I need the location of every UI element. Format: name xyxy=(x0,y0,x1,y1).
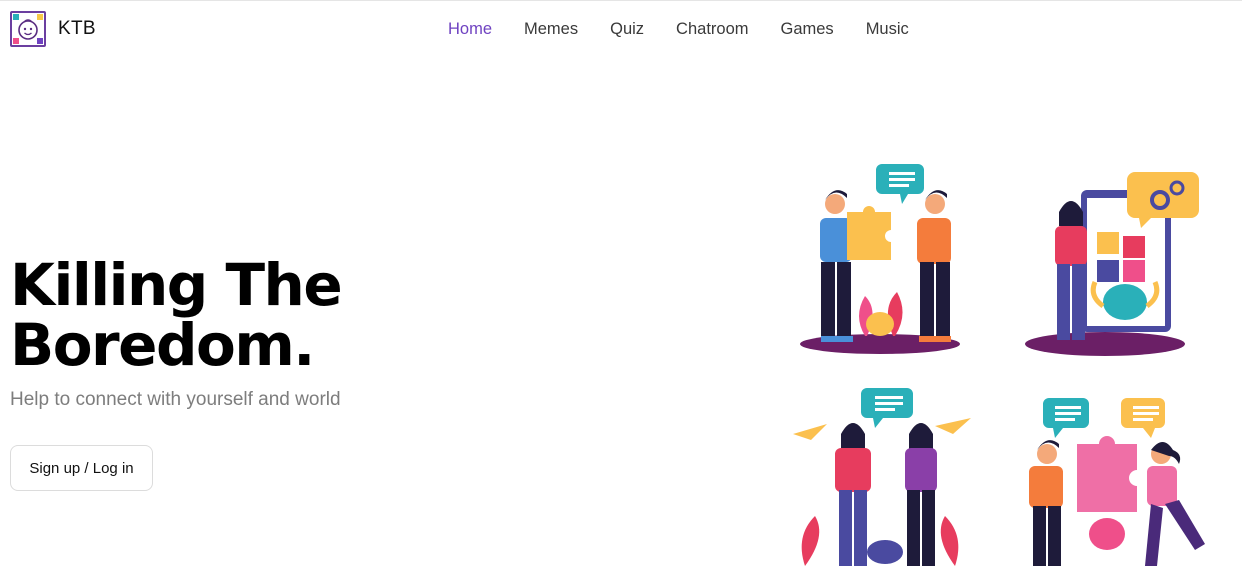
signup-login-button[interactable]: Sign up / Log in xyxy=(10,445,153,491)
navbar: KTB Home Memes Quiz Chatroom Games Music xyxy=(0,1,1242,59)
hero-title: Killing The Boredom. xyxy=(10,255,430,375)
hero-subtitle: Help to connect with yourself and world xyxy=(10,389,341,410)
brand-name[interactable]: KTB xyxy=(58,18,96,40)
hero-illustration xyxy=(785,156,1225,575)
nav-quiz[interactable]: Quiz xyxy=(610,20,644,39)
nav-memes[interactable]: Memes xyxy=(524,20,578,39)
hero-title-line-2: Boredom. xyxy=(10,311,315,379)
nav-games[interactable]: Games xyxy=(781,20,834,39)
nav-music[interactable]: Music xyxy=(866,20,909,39)
main-nav: Home Memes Quiz Chatroom Games Music xyxy=(448,20,941,39)
baby-face-icon[interactable] xyxy=(10,11,46,47)
nav-home[interactable]: Home xyxy=(448,20,492,39)
brand[interactable]: KTB xyxy=(10,11,96,47)
page: KTB Home Memes Quiz Chatroom Games Music… xyxy=(0,0,1242,575)
people-connecting-illustration xyxy=(793,164,1205,566)
nav-chatroom[interactable]: Chatroom xyxy=(676,20,748,39)
hero-title-line-1: Killing The xyxy=(10,251,343,319)
